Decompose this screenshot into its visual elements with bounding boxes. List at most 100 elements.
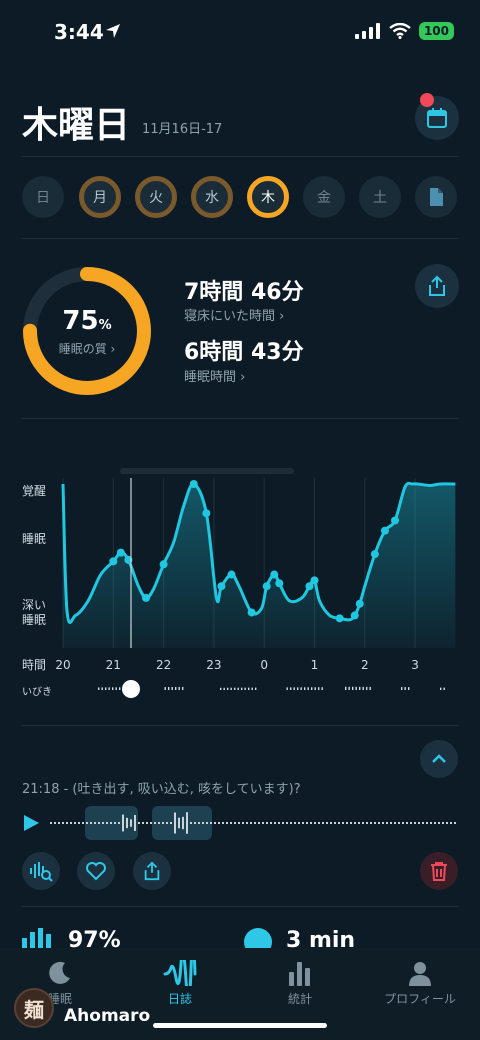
snore-mark: [304, 687, 306, 690]
snore-mark: [101, 687, 103, 690]
snore-mark: [164, 687, 166, 690]
data-point: [370, 550, 379, 559]
wave-bar: [410, 822, 412, 824]
share-button[interactable]: [415, 264, 459, 308]
snore-mark: [321, 687, 323, 690]
snore-mark: [352, 686, 354, 690]
day-fri[interactable]: 金: [303, 176, 345, 218]
data-point: [189, 480, 198, 488]
day-mon[interactable]: 月: [79, 176, 121, 218]
snore-mark: [314, 687, 316, 690]
wave-bar: [426, 822, 428, 824]
day-wed[interactable]: 水: [191, 176, 233, 218]
nav-profile[interactable]: プロフィール: [360, 956, 480, 1007]
delete-button[interactable]: [420, 852, 458, 890]
day-tue[interactable]: 火: [135, 176, 177, 218]
snore-mark: [300, 687, 302, 690]
username: Ahomaro: [64, 1006, 151, 1026]
wave-bar: [346, 822, 348, 824]
wave-bar: [118, 822, 120, 824]
status-indicators: 100: [354, 22, 454, 40]
wave-bar: [150, 822, 152, 824]
playhead-handle[interactable]: [122, 680, 140, 698]
wave-bar: [290, 822, 292, 824]
snore-mark: [408, 687, 410, 690]
wave-bar: [234, 822, 236, 824]
person-icon: [409, 962, 431, 986]
snore-mark: [297, 687, 299, 690]
sleep-phase-chart[interactable]: 20 21 22 23 0 1 2 3: [0, 470, 480, 690]
clip-description: 21:18 - (吐き出す, 吸い込む, 咳をしています)?: [22, 782, 301, 797]
wave-bar: [90, 822, 92, 824]
data-point: [310, 576, 319, 585]
snore-mark: [345, 686, 347, 690]
notes-button[interactable]: [415, 176, 457, 218]
snore-mark: [255, 687, 257, 690]
collapse-button[interactable]: [420, 740, 458, 778]
time-asleep-label[interactable]: 睡眠時間 ›: [184, 366, 245, 385]
wave-bar: [422, 822, 424, 824]
snore-mark: [318, 687, 320, 690]
data-point: [247, 608, 256, 617]
wave-bar: [418, 822, 420, 824]
wave-bar: [226, 822, 228, 824]
data-point: [275, 579, 284, 588]
audio-waveform[interactable]: [48, 806, 458, 840]
time-in-bed: 7時間 46分: [184, 280, 304, 305]
wave-bar: [370, 822, 372, 824]
wave-bar: [122, 814, 124, 832]
wave-bar: [194, 822, 196, 824]
wave-bar: [390, 822, 392, 824]
wave-bar: [66, 822, 68, 824]
x-tick-label: 1: [311, 658, 319, 672]
wave-bar: [238, 822, 240, 824]
wave-bar: [394, 822, 396, 824]
wave-bar: [358, 822, 360, 824]
nav-statistics[interactable]: 統計: [240, 956, 360, 1007]
wave-bar: [218, 822, 220, 824]
share-clip-button[interactable]: [133, 852, 171, 890]
day-thu-selected[interactable]: 木: [247, 176, 289, 218]
snore-mark: [115, 687, 117, 690]
wave-bar: [382, 822, 384, 824]
divider: [22, 418, 458, 419]
snore-mark: [362, 686, 364, 690]
wave-bar: [302, 822, 304, 824]
day-sun[interactable]: 日: [22, 176, 64, 218]
x-axis-label: 時間: [22, 658, 47, 672]
analyze-sound-button[interactable]: [22, 852, 60, 890]
wave-bar: [398, 822, 400, 824]
trash-icon: [431, 862, 447, 881]
nav-journal[interactable]: 日誌: [120, 956, 240, 1007]
snore-mark: [401, 687, 403, 690]
snore-label: いびき: [22, 687, 52, 698]
share-icon: [144, 861, 160, 881]
day-sat[interactable]: 土: [359, 176, 401, 218]
wave-bar: [306, 822, 308, 824]
wave-bar: [310, 822, 312, 824]
divider: [22, 725, 458, 726]
time-in-bed-label[interactable]: 寝床にいた時間 ›: [184, 305, 284, 324]
notification-dot: [420, 93, 434, 107]
wave-bar: [170, 822, 172, 824]
data-point: [380, 526, 389, 535]
wave-bar: [326, 822, 328, 824]
wave-bar: [190, 822, 192, 824]
snore-mark: [244, 687, 246, 690]
snore-mark: [355, 686, 357, 690]
location-arrow-icon: [104, 22, 122, 44]
wave-bar: [282, 822, 284, 824]
wave-bar: [378, 822, 380, 824]
wave-bar: [322, 822, 324, 824]
wave-bar: [294, 822, 296, 824]
snore-mark: [178, 686, 180, 690]
snore-mark: [108, 687, 110, 690]
wave-bar: [318, 822, 320, 824]
wave-bar: [58, 822, 60, 824]
divider: [22, 156, 458, 157]
wave-bar: [210, 822, 212, 824]
sleep-quality-label[interactable]: 睡眠の質 ›: [22, 340, 152, 357]
favorite-button[interactable]: [77, 852, 115, 890]
play-button[interactable]: [22, 814, 40, 836]
data-point: [390, 516, 399, 525]
